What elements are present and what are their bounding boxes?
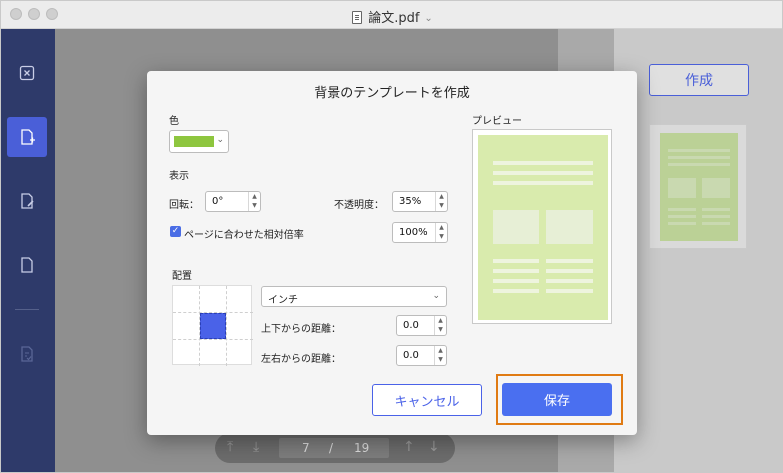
stepper-arrows-icon[interactable]: ▲ ▼: [248, 192, 260, 211]
page-number-box[interactable]: 7 / 19: [279, 438, 389, 458]
opacity-value: 35%: [399, 196, 422, 207]
fit-page-checkbox[interactable]: ✓: [170, 226, 181, 237]
rotation-value: 0°: [212, 196, 224, 207]
horizontal-distance-value: 0.0: [403, 350, 419, 361]
opacity-label: 不透明度：: [334, 200, 384, 211]
vertical-distance-label: 上下からの距離：: [261, 324, 341, 335]
chevron-down-icon[interactable]: ⌄: [424, 13, 432, 24]
opacity-stepper[interactable]: 35% ▲ ▼: [392, 191, 448, 212]
preview-page: [478, 135, 608, 320]
pdf-document-icon: [352, 11, 363, 24]
rotation-label: 回転：: [169, 200, 199, 211]
chevron-down-icon: ⌄: [432, 291, 440, 301]
blank-page-icon: [21, 257, 33, 273]
stepper-arrows-icon[interactable]: ▲ ▼: [435, 223, 447, 242]
window-title-area: 論文.pdf ⌄: [1, 7, 782, 26]
chevron-down-icon: ⌄: [216, 135, 224, 145]
edit-page-icon: [21, 193, 34, 209]
template-thumbnail-preview: [660, 133, 738, 241]
scale-stepper[interactable]: 100% ▲ ▼: [392, 222, 448, 243]
save-button[interactable]: 保存: [502, 383, 612, 416]
unit-value: インチ: [268, 295, 298, 306]
title-bar: 論文.pdf ⌄: [1, 1, 782, 29]
preview-label: プレビュー: [472, 116, 522, 127]
rotation-stepper[interactable]: 0° ▲ ▼: [205, 191, 261, 212]
placement-label: 配置: [172, 271, 192, 282]
stepper-arrows-icon[interactable]: ▲ ▼: [435, 192, 447, 211]
left-toolbar: [1, 29, 55, 472]
scale-value: 100%: [399, 227, 428, 238]
sidebar-item-close[interactable]: [7, 53, 47, 93]
vertical-distance-value: 0.0: [403, 320, 419, 331]
color-picker[interactable]: ⌄: [169, 130, 229, 153]
sidebar-item-checklist[interactable]: [7, 334, 47, 374]
color-swatch: [174, 136, 214, 147]
last-page-icon[interactable]: ⤓: [253, 439, 259, 455]
app-window: 論文.pdf ⌄ 作成 ⤒ ⤓ 7 / 19 ↑ ↓ 背景のテンプレートを作成 …: [0, 0, 783, 473]
stepper-arrows-icon[interactable]: ▲ ▼: [434, 346, 446, 365]
dialog-title: 背景のテンプレートを作成: [314, 86, 470, 101]
placement-grid[interactable]: [172, 285, 253, 366]
stepper-arrows-icon[interactable]: ▲ ▼: [434, 316, 446, 335]
previous-page-icon[interactable]: ↑: [403, 439, 415, 455]
display-label: 表示: [169, 171, 189, 182]
unit-select[interactable]: インチ ⌄: [261, 286, 447, 307]
template-thumbnail[interactable]: [649, 124, 747, 249]
sidebar-item-blank-page[interactable]: [7, 245, 47, 285]
placement-selected-cell[interactable]: [200, 313, 226, 339]
preview-frame: [472, 129, 612, 324]
sidebar-item-edit-page[interactable]: [7, 181, 47, 221]
sidebar-item-add-page[interactable]: [7, 117, 47, 157]
horizontal-distance-stepper[interactable]: 0.0 ▲ ▼: [396, 345, 447, 366]
horizontal-distance-label: 左右からの距離：: [261, 354, 341, 365]
cancel-button[interactable]: キャンセル: [372, 384, 482, 416]
page-navigator: ⤒ ⤓ 7 / 19 ↑ ↓: [215, 433, 455, 463]
color-label: 色: [169, 116, 179, 127]
checklist-page-icon: [21, 346, 33, 362]
fit-page-label: ページに合わせた相対倍率: [184, 230, 304, 241]
next-page-icon[interactable]: ↓: [428, 439, 440, 455]
background-template-dialog: 背景のテンプレートを作成 色 ⌄ 表示 回転： 0° ▲ ▼ 不透明度： 35% …: [147, 71, 637, 435]
total-pages: 19: [354, 441, 370, 455]
first-page-icon[interactable]: ⤒: [227, 439, 233, 455]
close-icon: [19, 65, 35, 81]
create-button[interactable]: 作成: [649, 64, 749, 96]
add-page-icon: [21, 129, 35, 145]
page-separator: /: [329, 441, 334, 455]
window-title: 論文.pdf: [368, 11, 420, 26]
vertical-distance-stepper[interactable]: 0.0 ▲ ▼: [396, 315, 447, 336]
current-page: 7: [302, 441, 310, 455]
sidebar-divider: [15, 309, 39, 310]
